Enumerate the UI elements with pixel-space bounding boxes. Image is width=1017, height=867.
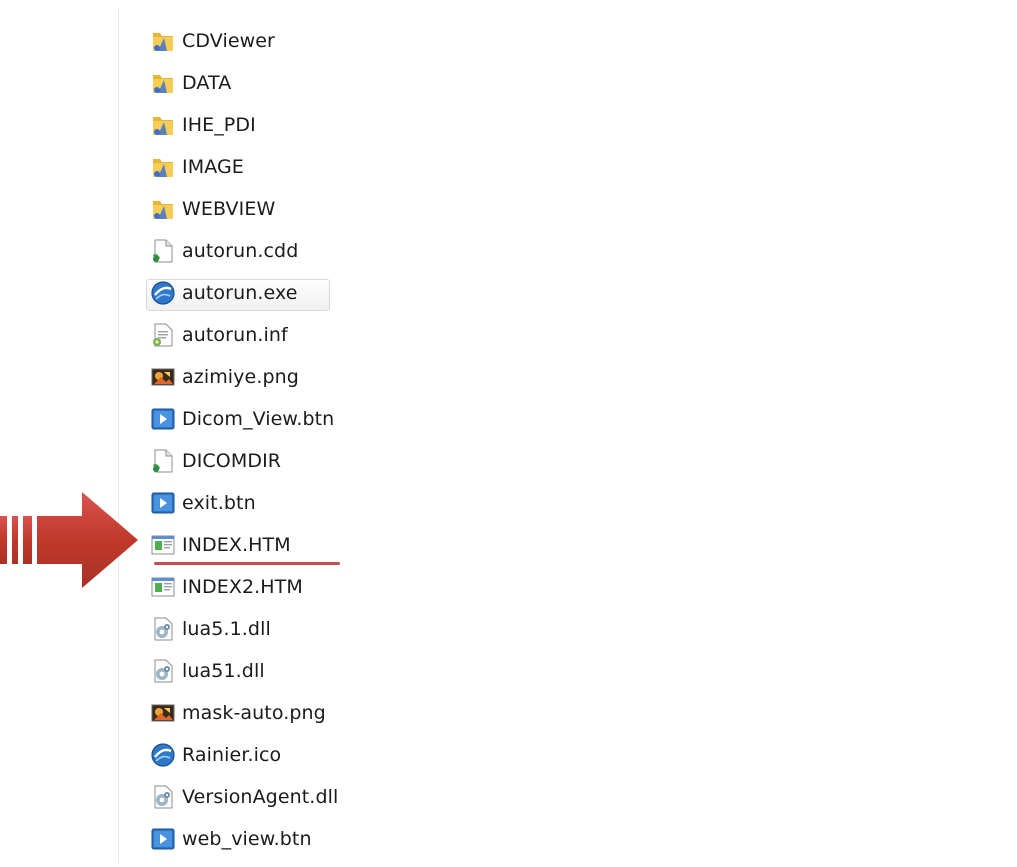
file-list-item[interactable]: autorun.exe <box>146 272 338 314</box>
file-icon <box>150 448 176 474</box>
file-name-label: WEBVIEW <box>182 198 276 220</box>
file-list: CDViewer DATA IHE_PDI IMAGE WEBVIEW autorun.c… <box>146 20 340 860</box>
image-file-icon <box>150 364 176 390</box>
file-list-item[interactable]: autorun.inf <box>150 314 338 356</box>
file-list-item[interactable]: IHE_PDI <box>150 104 338 146</box>
pointer-arrow-icon <box>0 492 138 588</box>
image-file-icon <box>150 700 176 726</box>
file-name-label: lua5.1.dll <box>182 618 271 640</box>
file-name-label: Dicom_View.btn <box>182 408 335 430</box>
file-list-item[interactable]: azimiye.png <box>150 356 338 398</box>
dll-file-icon <box>150 784 176 810</box>
file-list-item[interactable]: Rainier.ico <box>150 734 338 776</box>
folder-icon <box>150 196 176 222</box>
app-icon <box>150 742 176 768</box>
btn-file-icon <box>150 826 176 852</box>
file-list-item[interactable]: lua51.dll <box>150 650 338 692</box>
btn-file-icon <box>150 490 176 516</box>
file-name-label: autorun.exe <box>182 282 298 304</box>
file-name-label: autorun.inf <box>182 324 288 346</box>
file-list-item[interactable]: WEBVIEW <box>150 188 338 230</box>
file-list-item[interactable]: mask-auto.png <box>150 692 338 734</box>
file-list-item[interactable]: autorun.cdd <box>150 230 338 272</box>
file-list-item[interactable]: CDViewer <box>150 20 338 62</box>
dll-file-icon <box>150 616 176 642</box>
file-name-label: CDViewer <box>182 30 275 52</box>
file-name-label: DATA <box>182 72 232 94</box>
app-icon <box>150 280 176 306</box>
file-list-item[interactable]: Dicom_View.btn <box>150 398 338 440</box>
btn-file-icon <box>150 406 176 432</box>
folder-icon <box>150 28 176 54</box>
highlight-underline <box>154 562 340 565</box>
file-list-item[interactable]: web_view.btn <box>150 818 338 860</box>
file-icon <box>150 238 176 264</box>
file-name-label: INDEX.HTM <box>182 534 291 556</box>
file-list-item[interactable]: VersionAgent.dll <box>150 776 338 818</box>
file-name-label: autorun.cdd <box>182 240 299 262</box>
file-name-label: exit.btn <box>182 492 256 514</box>
file-name-label: VersionAgent.dll <box>182 786 339 808</box>
settings-file-icon <box>150 322 176 348</box>
html-file-icon <box>150 532 176 558</box>
file-list-item[interactable]: INDEX2.HTM <box>150 566 338 608</box>
file-list-item[interactable]: DATA <box>150 62 338 104</box>
file-name-label: lua51.dll <box>182 660 265 682</box>
file-name-label: mask-auto.png <box>182 702 326 724</box>
file-name-label: INDEX2.HTM <box>182 576 303 598</box>
file-list-item[interactable]: exit.btn <box>150 482 338 524</box>
file-name-label: web_view.btn <box>182 828 312 850</box>
file-list-item[interactable]: INDEX.HTM <box>150 524 340 566</box>
file-name-label: IMAGE <box>182 156 244 178</box>
folder-icon <box>150 112 176 138</box>
file-list-item[interactable]: DICOMDIR <box>150 440 338 482</box>
dll-file-icon <box>150 658 176 684</box>
file-name-label: DICOMDIR <box>182 450 282 472</box>
file-name-label: azimiye.png <box>182 366 299 388</box>
html-file-icon <box>150 574 176 600</box>
file-list-item[interactable]: lua5.1.dll <box>150 608 338 650</box>
file-name-label: Rainier.ico <box>182 744 282 766</box>
file-name-label: IHE_PDI <box>182 114 256 136</box>
folder-icon <box>150 154 176 180</box>
file-list-item[interactable]: IMAGE <box>150 146 338 188</box>
folder-icon <box>150 70 176 96</box>
